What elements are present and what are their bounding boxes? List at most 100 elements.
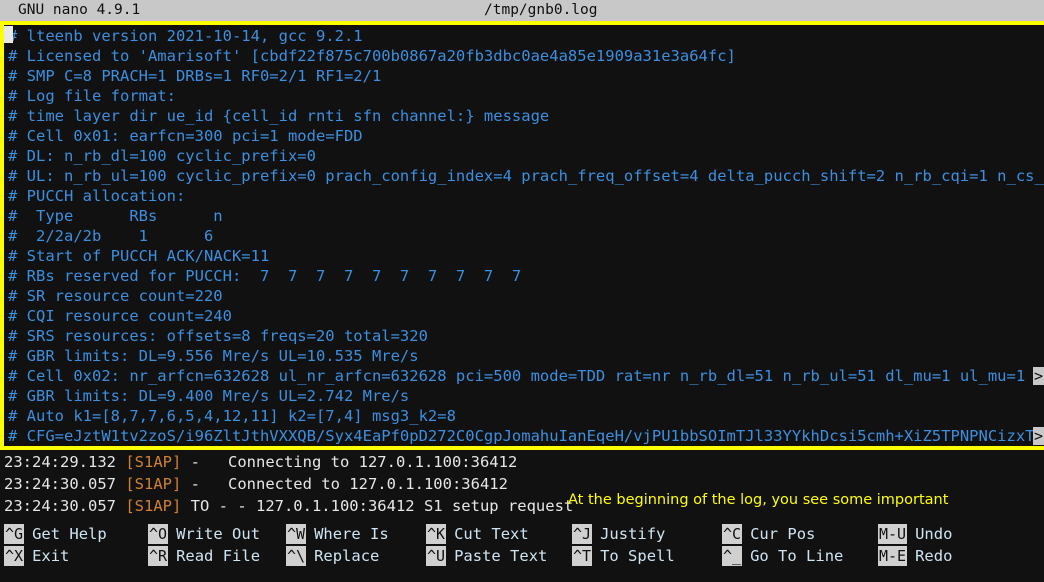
editor-line-text: # Auto k1=[8,7,7,6,5,4,12,11] k2=[7,4] m… bbox=[8, 407, 456, 425]
editor-line-text: # lteenb version 2021-10-14, gcc 9.2.1 bbox=[8, 27, 363, 45]
annotation-line-1: At the beginning of the log, you see som… bbox=[568, 492, 949, 508]
shortcut-item[interactable]: ^R Read File bbox=[148, 546, 260, 566]
shortcut-item[interactable]: ^G Get Help bbox=[4, 524, 107, 544]
editor-line-text: # SR resource count=220 bbox=[8, 287, 223, 305]
shortcut-label: Replace bbox=[314, 547, 380, 565]
log-message: - Connecting to 127.0.1.100:36412 bbox=[181, 453, 518, 471]
editor-line: # Type RBs n bbox=[0, 206, 1044, 226]
shortcut-item[interactable]: ^\ Replace bbox=[286, 546, 379, 566]
log-spacer bbox=[116, 497, 125, 515]
annotation-callout: At the beginning of the log, you see som… bbox=[568, 453, 948, 520]
shortcut-item[interactable]: ^T To Spell bbox=[572, 546, 675, 566]
log-timestamp: 23:24:30.057 bbox=[4, 497, 116, 515]
editor-line-text: # CFG=eJztW1tv2zoS/i96ZltJthVXXQB/Syx4Ea… bbox=[8, 427, 1044, 445]
editor-line: # GBR limits: DL=9.400 Mre/s UL=2.742 Mr… bbox=[0, 386, 1044, 406]
log-timestamp: 23:24:30.057 bbox=[4, 475, 116, 493]
shortcut-label: Write Out bbox=[176, 525, 261, 543]
shortcut-item[interactable]: ^J Justify bbox=[572, 524, 665, 544]
status-log-line: 23:24:30.057 [S1AP] - Connected to 127.0… bbox=[0, 473, 573, 495]
editor-line: # UL: n_rb_ul=100 cyclic_prefix=0 prach_… bbox=[0, 166, 1044, 186]
shortcut-key: ^J bbox=[572, 524, 593, 544]
editor-line-text: # PUCCH allocation: bbox=[8, 187, 186, 205]
shortcut-label: Read File bbox=[176, 547, 261, 565]
shortcut-item[interactable]: ^U Paste Text bbox=[426, 546, 547, 566]
shortcut-label: Paste Text bbox=[454, 547, 548, 565]
editor-line-text: # GBR limits: DL=9.400 Mre/s UL=2.742 Mr… bbox=[8, 387, 410, 405]
editor-line: # Log file format: bbox=[0, 86, 1044, 106]
editor-line: # 2/2a/2b 1 6 bbox=[0, 226, 1044, 246]
editor-line: # lteenb version 2021-10-14, gcc 9.2.1 bbox=[0, 26, 1044, 46]
shortcut-label: Go To Line bbox=[750, 547, 844, 565]
log-message: TO - - 127.0.1.100:36412 S1 setup reques… bbox=[181, 497, 574, 515]
editor-line-text: # Cell 0x01: earfcn=300 pci=1 mode=FDD bbox=[8, 127, 363, 145]
editor-line-text: # Cell 0x02: nr_arfcn=632628 ul_nr_arfcn… bbox=[8, 367, 1044, 385]
shortcut-item[interactable]: M-U Undo bbox=[878, 524, 952, 544]
editor-line-text: # UL: n_rb_ul=100 cyclic_prefix=0 prach_… bbox=[8, 167, 1044, 185]
shortcut-label: Redo bbox=[915, 547, 953, 565]
editor-line: # CQI resource count=240 bbox=[0, 306, 1044, 326]
shortcut-label: Exit bbox=[32, 547, 70, 565]
shortcut-item[interactable]: ^K Cut Text bbox=[426, 524, 529, 544]
editor-line-text: # RBs reserved for PUCCH: 7 7 7 7 7 7 7 … bbox=[8, 267, 522, 285]
editor-line: # PUCCH allocation: bbox=[0, 186, 1044, 206]
editor-line: # Licensed to 'Amarisoft' [cbdf22f875c70… bbox=[0, 46, 1044, 66]
titlebar: GNU nano 4.9.1 /tmp/gnb0.log bbox=[0, 0, 1044, 21]
log-spacer bbox=[116, 475, 125, 493]
editor-line: # Start of PUCCH ACK/NACK=11 bbox=[0, 246, 1044, 266]
file-path-title: /tmp/gnb0.log bbox=[484, 2, 598, 18]
shortcut-label: To Spell bbox=[600, 547, 675, 565]
log-layer-tag: [S1AP] bbox=[125, 497, 182, 515]
log-timestamp: 23:24:29.132 bbox=[4, 453, 116, 471]
line-continuation-marker: > bbox=[1033, 427, 1044, 445]
editor-line-text: # GBR limits: DL=9.556 Mre/s UL=10.535 M… bbox=[8, 347, 419, 365]
editor-line-list: # lteenb version 2021-10-14, gcc 9.2.1 # … bbox=[0, 25, 1044, 446]
editor-line-text: # Licensed to 'Amarisoft' [cbdf22f875c70… bbox=[8, 47, 736, 65]
shortcut-label: Cur Pos bbox=[750, 525, 816, 543]
text-cursor bbox=[4, 26, 13, 43]
editor-line: # time layer dir ue_id {cell_id rnti sfn… bbox=[0, 106, 1044, 126]
shortcut-key: ^X bbox=[4, 546, 25, 566]
log-layer-tag: [S1AP] bbox=[125, 453, 182, 471]
shortcut-item[interactable]: ^X Exit bbox=[4, 546, 69, 566]
shortcut-item[interactable]: ^O Write Out bbox=[148, 524, 260, 544]
shortcut-key: M-U bbox=[878, 524, 908, 544]
editor-line: # RBs reserved for PUCCH: 7 7 7 7 7 7 7 … bbox=[0, 266, 1044, 286]
editor-line: # SMP C=8 PRACH=1 DRBs=1 RF0=2/1 RF1=2/1 bbox=[0, 66, 1044, 86]
shortcut-key: ^R bbox=[148, 546, 169, 566]
editor-line-text: # 2/2a/2b 1 6 bbox=[8, 227, 214, 245]
shortcut-key: ^T bbox=[572, 546, 593, 566]
shortcut-label: Justify bbox=[600, 525, 666, 543]
shortcut-key: ^G bbox=[4, 524, 25, 544]
shortcut-key: M-E bbox=[878, 546, 908, 566]
log-layer-tag: [S1AP] bbox=[125, 475, 182, 493]
editor-text-area[interactable]: # lteenb version 2021-10-14, gcc 9.2.1 # … bbox=[0, 25, 1044, 446]
shortcut-key: ^W bbox=[286, 524, 307, 544]
editor-line-text: # Log file format: bbox=[8, 87, 176, 105]
log-message: - Connected to 127.0.1.100:36412 bbox=[181, 475, 508, 493]
shortcut-bar: ^G Get Help ^O Write Out ^W Where Is ^K Cut Tex… bbox=[0, 520, 1044, 582]
shortcut-item[interactable]: ^_ Go To Line bbox=[722, 546, 843, 566]
editor-line-text: # CQI resource count=240 bbox=[8, 307, 232, 325]
shortcut-row-1: ^G Get Help ^O Write Out ^W Where Is ^K Cut Tex… bbox=[0, 523, 1044, 545]
editor-line-text: # DL: n_rb_dl=100 cyclic_prefix=0 bbox=[8, 147, 316, 165]
editor-line: # SRS resources: offsets=8 freqs=20 tota… bbox=[0, 326, 1044, 346]
editor-line-text: # time layer dir ue_id {cell_id rnti sfn… bbox=[8, 107, 550, 125]
shortcut-label: Where Is bbox=[314, 525, 389, 543]
shortcut-item[interactable]: M-E Redo bbox=[878, 546, 952, 566]
shortcut-item[interactable]: ^W Where Is bbox=[286, 524, 389, 544]
shortcut-key: ^U bbox=[426, 546, 447, 566]
shortcut-key: ^\ bbox=[286, 546, 307, 566]
log-spacer bbox=[116, 453, 125, 471]
editor-line: # Cell 0x01: earfcn=300 pci=1 mode=FDD bbox=[0, 126, 1044, 146]
editor-line: # DL: n_rb_dl=100 cyclic_prefix=0 bbox=[0, 146, 1044, 166]
shortcut-key: ^C bbox=[722, 524, 743, 544]
editor-line: # SR resource count=220 bbox=[0, 286, 1044, 306]
nano-editor-window: GNU nano 4.9.1 /tmp/gnb0.log # lteenb ve… bbox=[0, 0, 1044, 582]
editor-line: # Cell 0x02: nr_arfcn=632628 ul_nr_arfcn… bbox=[0, 366, 1044, 386]
shortcut-label: Cut Text bbox=[454, 525, 529, 543]
editor-line-text: # Type RBs n bbox=[8, 207, 223, 225]
shortcut-item[interactable]: ^C Cur Pos bbox=[722, 524, 815, 544]
shortcut-label: Get Help bbox=[32, 525, 107, 543]
app-title: GNU nano 4.9.1 bbox=[18, 2, 141, 18]
editor-line-text: # SRS resources: offsets=8 freqs=20 tota… bbox=[8, 327, 428, 345]
